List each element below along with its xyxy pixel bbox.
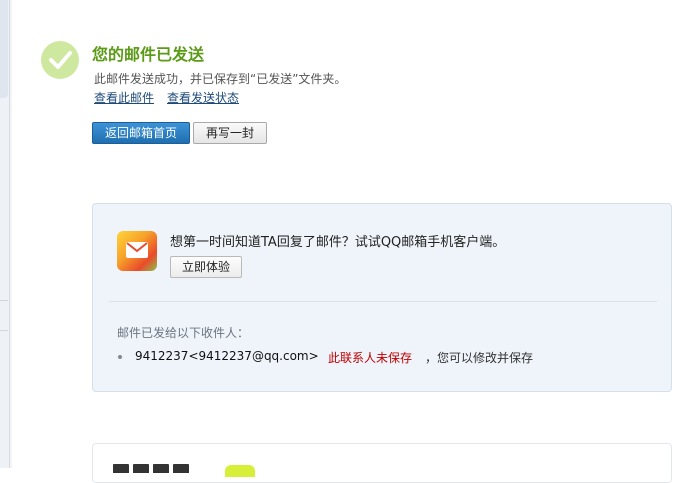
left-divider: [0, 300, 8, 301]
view-mail-link[interactable]: 查看此邮件: [94, 89, 154, 106]
list-bullet: [118, 355, 122, 359]
success-title: 您的邮件已发送: [92, 45, 205, 64]
bottom-card: [92, 443, 672, 483]
recipients-label: 邮件已发给以下收件人：: [117, 326, 250, 340]
back-to-inbox-button[interactable]: 返回邮箱首页: [92, 122, 190, 144]
success-description: 此邮件发送成功，并已保存到“已发送”文件夹。: [94, 72, 347, 86]
panel-divider: [109, 301, 657, 302]
bottom-card-badge: [225, 465, 255, 477]
view-status-link[interactable]: 查看发送状态: [167, 89, 239, 106]
bottom-card-heading: [113, 463, 209, 473]
check-circle-icon: [41, 41, 79, 79]
save-hint: ，您可以修改并保存: [425, 351, 534, 365]
promo-text: 想第一时间知道TA回复了邮件？试试QQ邮箱手机客户端。: [170, 235, 506, 250]
info-panel: 想第一时间知道TA回复了邮件？试试QQ邮箱手机客户端。 立即体验 邮件已发给以下…: [92, 203, 672, 392]
unsaved-contact-link[interactable]: 此联系人未保存: [328, 349, 412, 366]
write-again-button[interactable]: 再写一封: [193, 122, 267, 144]
recipient-address: 9412237<9412237@qq.com>: [135, 349, 319, 363]
qq-mail-app-icon: [117, 231, 157, 271]
try-now-button[interactable]: 立即体验: [170, 256, 242, 278]
left-panel-cap: [0, 0, 8, 98]
left-divider: [0, 330, 8, 331]
